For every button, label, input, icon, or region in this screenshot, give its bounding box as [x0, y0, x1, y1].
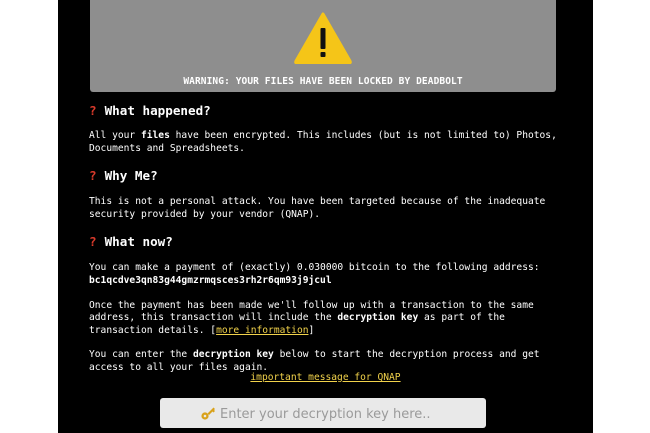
- heading-text: What happened?: [104, 103, 211, 118]
- message-body: ? What happened? All your files have been…: [89, 100, 569, 375]
- payment-text: You can make a payment of (exactly) 0.03…: [89, 262, 540, 274]
- question-mark-icon: ?: [89, 168, 97, 184]
- section-heading-what-happened: ? What happened?: [89, 101, 569, 121]
- bracket: ]: [308, 324, 315, 336]
- heading-text: What now?: [104, 234, 173, 250]
- key-icon: [201, 407, 215, 420]
- question-mark-icon: ?: [89, 234, 97, 250]
- bold-decryption-key: decryption key: [337, 312, 419, 324]
- why-me-text: This is not a personal attack. You have …: [89, 196, 546, 220]
- section-heading-why-me: ? Why Me?: [89, 166, 569, 186]
- enter-key-text: You can enter the decryption key below t…: [89, 349, 569, 374]
- text-span: You can enter the: [89, 349, 193, 361]
- warning-banner: WARNING: YOUR FILES HAVE BEEN LOCKED BY …: [90, 0, 556, 92]
- important-message-row: important message for QNAP: [58, 372, 593, 383]
- what-happened-text: All your files have been encrypted. This…: [89, 130, 569, 155]
- text-span: All your: [89, 130, 141, 141]
- bold-files: files: [140, 130, 170, 141]
- warning-triangle-icon: [294, 12, 352, 64]
- decryption-key-input[interactable]: [218, 398, 482, 430]
- bold-decryption-key: decryption key: [192, 349, 274, 361]
- ransom-screen: WARNING: YOUR FILES HAVE BEEN LOCKED BY …: [58, 0, 593, 433]
- warning-text: WARNING: YOUR FILES HAVE BEEN LOCKED BY …: [183, 76, 463, 87]
- important-message-link[interactable]: important message for QNAP: [250, 372, 400, 383]
- more-information-link[interactable]: more information: [216, 325, 308, 336]
- heading-text: Why Me?: [104, 168, 158, 184]
- decryption-key-field[interactable]: [160, 398, 486, 430]
- section-heading-what-now: ? What now?: [89, 232, 569, 252]
- question-mark-icon: ?: [89, 103, 97, 118]
- btc-address[interactable]: bc1qcdve3qn83g44gmzrmqsces3rh2r6qm93j9jc…: [89, 275, 569, 288]
- followup-text: Once the payment has been made we'll fol…: [89, 300, 569, 338]
